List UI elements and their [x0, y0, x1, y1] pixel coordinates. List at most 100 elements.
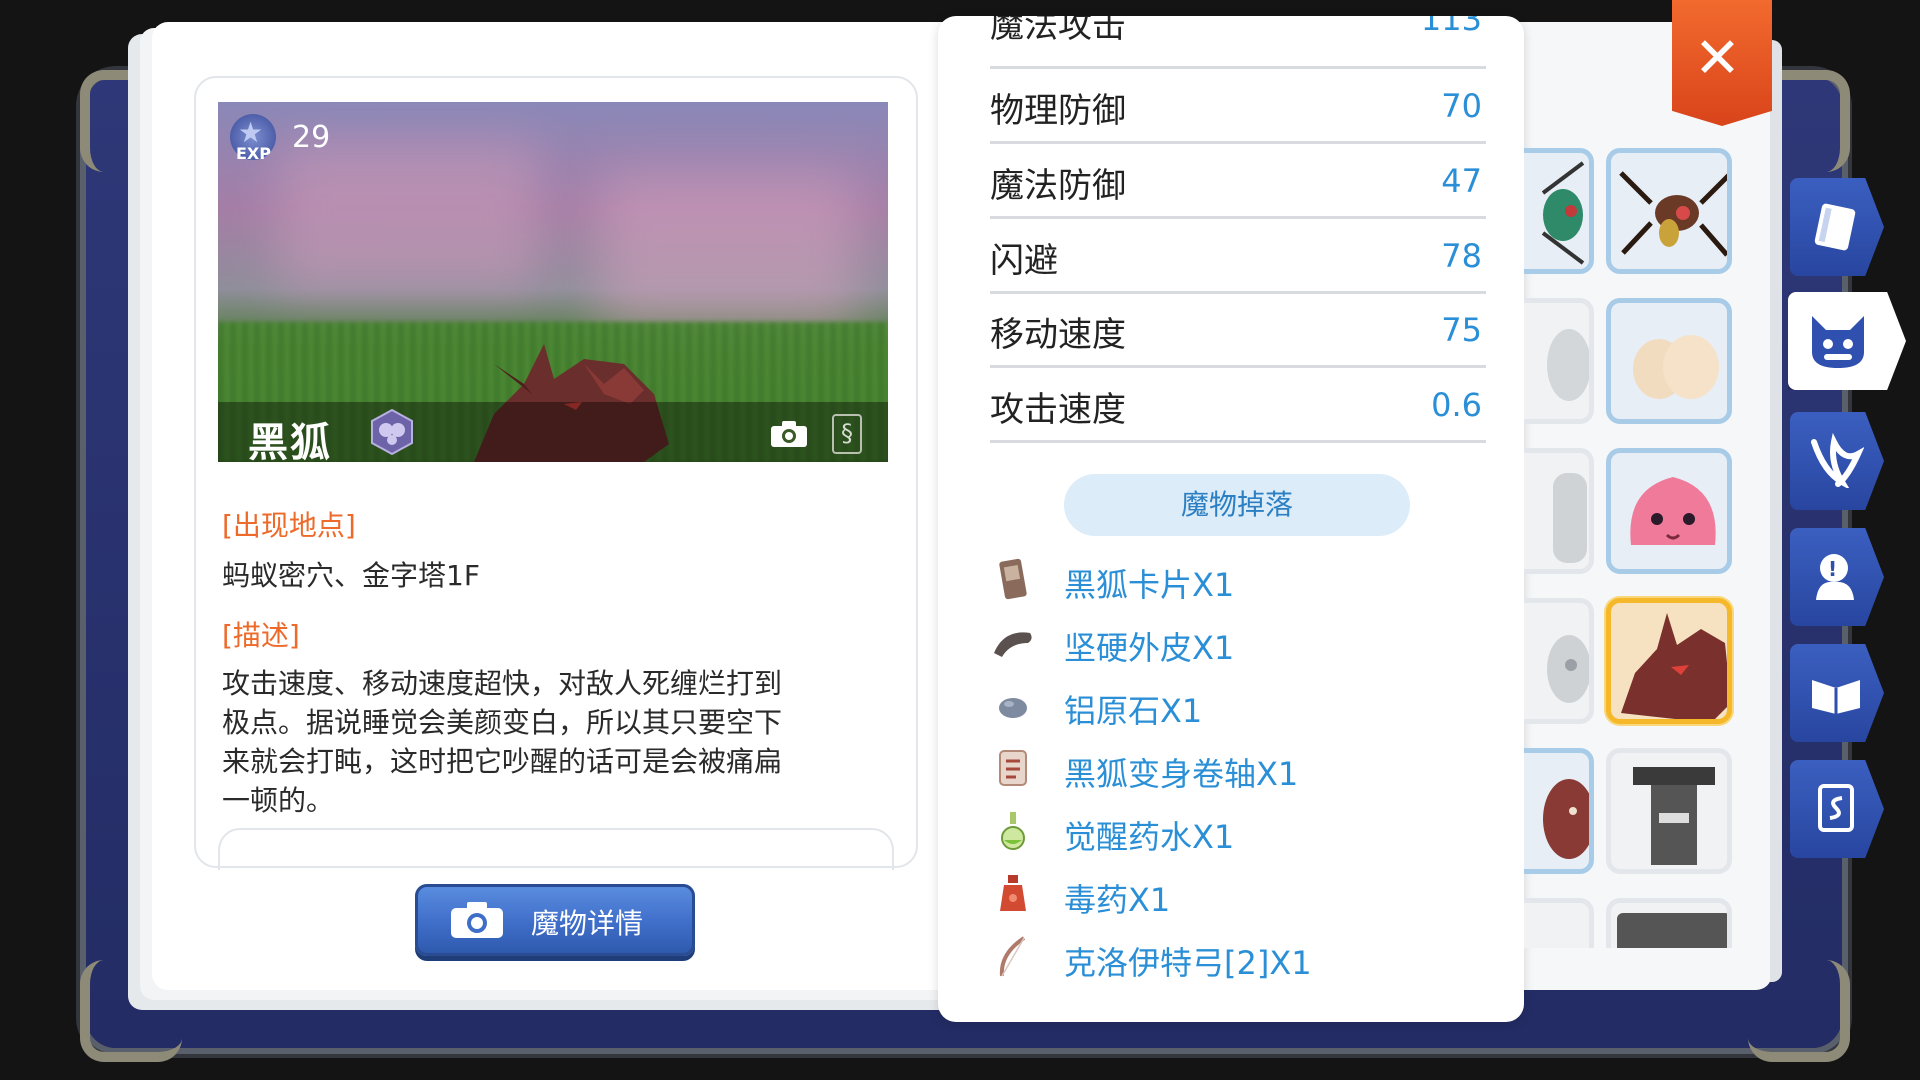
monster-thumbnail: [1547, 635, 1589, 703]
description-title: [描述]: [222, 619, 300, 652]
ore-icon: [999, 698, 1027, 718]
monster-thumbnail: [1619, 171, 1727, 257]
svg-text:!: !: [1828, 557, 1837, 581]
monster-slot[interactable]: [1524, 598, 1594, 724]
description-line: 来就会打盹，这时把它吵醒的话可是会被痛扁: [222, 745, 783, 778]
monster-slot[interactable]: [1524, 898, 1594, 948]
stat-label: 物理防御: [990, 91, 1126, 131]
stat-row: 攻击速度 0.6: [990, 366, 1486, 443]
element-icon[interactable]: [368, 408, 416, 456]
drop-item-name: 铝原石X1: [1064, 692, 1203, 730]
book-icon: [1814, 203, 1856, 251]
drop-item-name: 黑狐卡片X1: [1064, 566, 1235, 604]
background-blur: [278, 142, 538, 292]
monster-thumbnail: [1547, 329, 1589, 401]
monster-thumbnail: [1633, 335, 1719, 399]
description-line: 攻击速度、移动速度超快，对敌人死缠烂打到: [222, 667, 783, 700]
monster-preview[interactable]: ★ EXP 29 黑狐 §: [218, 102, 888, 462]
monster-slot[interactable]: [1606, 448, 1732, 574]
tab-book[interactable]: [1790, 178, 1884, 276]
stat-row: 魔法攻击 113: [990, 16, 1486, 69]
exp-label: EXP: [236, 144, 271, 163]
monster-thumbnail: [1543, 779, 1589, 859]
monster-thumbnail: [1541, 161, 1585, 265]
monster-slot[interactable]: [1524, 748, 1594, 874]
monster-detail-label: 魔物详情: [531, 907, 644, 940]
location-text: 蚂蚁密穴、金字塔1F: [222, 559, 480, 592]
drop-item[interactable]: 坚硬外皮X1: [990, 615, 1470, 671]
stat-label: 攻击速度: [990, 390, 1126, 430]
tab-head[interactable]: !: [1790, 528, 1884, 626]
stat-value: 113: [1420, 16, 1482, 38]
drop-item-name: 黑狐变身卷轴X1: [1064, 755, 1299, 793]
drop-item[interactable]: 铝原石X1: [990, 678, 1470, 734]
monster-grid: [1524, 136, 1750, 948]
stat-row: 魔法防御 47: [990, 142, 1486, 219]
tab-horn[interactable]: [1790, 412, 1884, 510]
background-blur: [598, 172, 858, 332]
stat-label: 魔法攻击: [990, 16, 1126, 46]
stat-row: 物理防御 70: [990, 67, 1486, 144]
drop-item[interactable]: 觉醒药水X1: [990, 804, 1470, 860]
scroll-icon: [999, 750, 1027, 786]
monster-slot[interactable]: [1606, 898, 1732, 948]
monster-thumbnail: [1633, 767, 1715, 865]
drop-item-name: 毒药X1: [1064, 881, 1171, 919]
stat-label: 移动速度: [990, 315, 1126, 355]
tab-card[interactable]: [1790, 760, 1884, 858]
drop-item[interactable]: 黑狐卡片X1: [990, 552, 1470, 608]
head-icon: !: [1816, 554, 1854, 600]
stat-row: 闪避 78: [990, 217, 1486, 294]
description-line: 一顿的。: [222, 784, 335, 817]
drop-item-name: 觉醒药水X1: [1064, 818, 1235, 856]
stat-value: 75: [1441, 311, 1482, 349]
tab-open-book[interactable]: [1790, 644, 1884, 742]
stat-value: 70: [1441, 87, 1482, 125]
drop-item[interactable]: 毒药X1: [990, 867, 1470, 923]
page-edge: [1770, 40, 1782, 982]
monster-thumbnail: [1621, 613, 1727, 719]
monster-drop-title: 魔物掉落: [1064, 474, 1410, 536]
monster-slot[interactable]: [1524, 448, 1594, 574]
camera-icon: [451, 902, 503, 938]
close-button[interactable]: ✕: [1672, 0, 1772, 126]
monster-thumbnail: [1630, 477, 1716, 545]
drop-item-name: 克洛伊特弓[2]X1: [1064, 944, 1312, 982]
monster-slot[interactable]: [1606, 148, 1732, 274]
monster-name: 黑狐: [248, 420, 332, 462]
poison-icon: [1000, 875, 1026, 911]
stat-label: 魔法防御: [990, 166, 1126, 206]
monster-slot[interactable]: [1606, 748, 1732, 874]
camera-icon[interactable]: [770, 420, 808, 448]
location-title: [出现地点]: [222, 509, 356, 542]
stat-value: 78: [1441, 237, 1482, 275]
stat-value: 47: [1441, 162, 1482, 200]
card-icon: [1818, 784, 1854, 832]
monster-slot[interactable]: [1606, 298, 1732, 424]
monster-level: 29: [292, 120, 331, 155]
card-icon: [999, 558, 1027, 600]
open-book-icon: [1812, 680, 1860, 714]
bow-icon: [999, 936, 1026, 977]
monster-slot-selected[interactable]: [1606, 598, 1732, 724]
close-icon: ✕: [1694, 26, 1741, 91]
monster-slot[interactable]: [1524, 298, 1594, 424]
monster-thumbnail: [1553, 473, 1587, 563]
drop-item-name: 坚硬外皮X1: [1064, 629, 1235, 667]
drop-item[interactable]: 黑狐变身卷轴X1: [990, 741, 1470, 797]
next-section-card: [218, 828, 894, 870]
monster-face-icon: [1812, 316, 1864, 368]
drop-item[interactable]: 克洛伊特弓[2]X1: [990, 930, 1470, 986]
hide-icon: [994, 632, 1032, 657]
stat-row: 移动速度 75: [990, 291, 1486, 368]
stat-value: 0.6: [1431, 386, 1482, 424]
monster-thumbnail: [1617, 913, 1727, 948]
monster-slot[interactable]: [1524, 148, 1594, 274]
monster-detail-button[interactable]: 魔物详情: [415, 884, 695, 956]
card-icon[interactable]: §: [832, 414, 862, 454]
tab-monster[interactable]: [1788, 292, 1906, 390]
stat-label: 闪避: [990, 241, 1058, 281]
description-line: 极点。据说睡觉会美颜变白，所以其只要空下: [222, 706, 783, 739]
horn-icon: [1811, 432, 1864, 488]
description-text: 攻击速度、移动速度超快，对敌人死缠烂打到 极点。据说睡觉会美颜变白，所以其只要空…: [222, 664, 782, 820]
